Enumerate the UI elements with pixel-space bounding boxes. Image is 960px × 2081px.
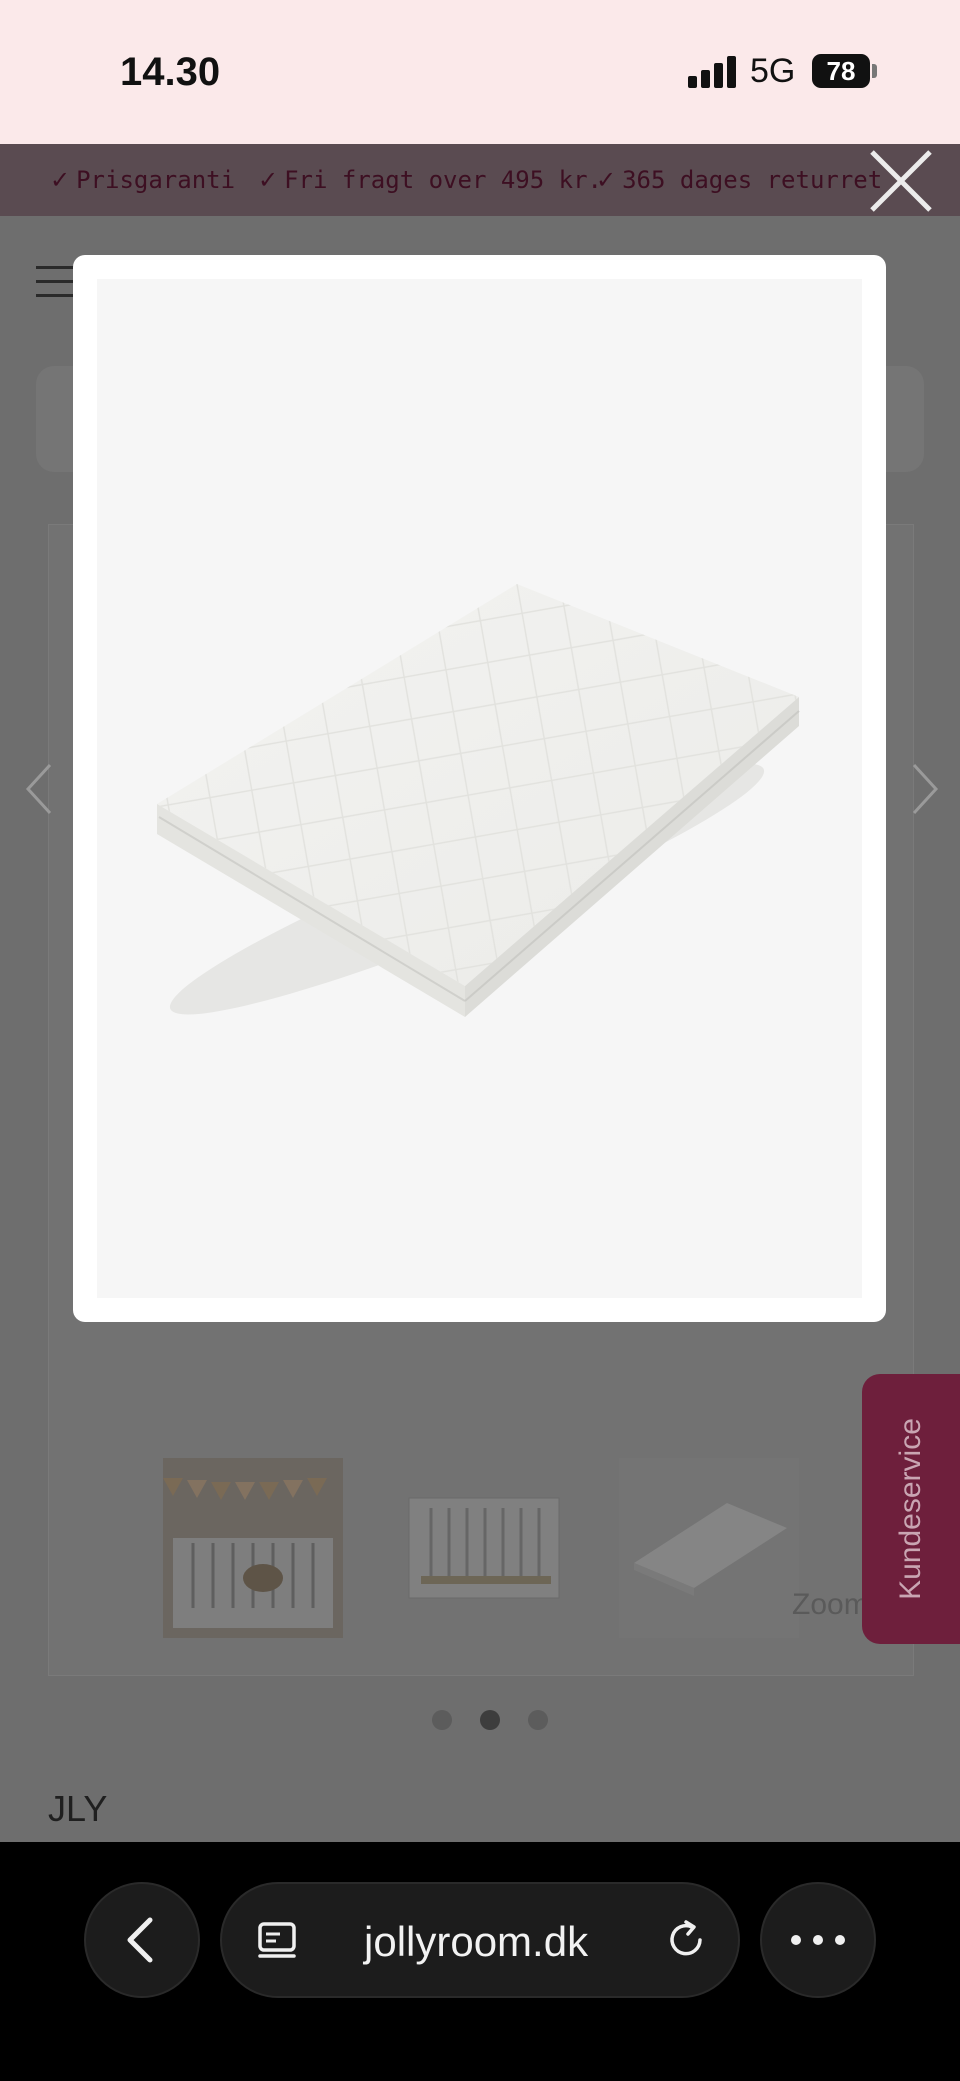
zoom-hint: Zoom <box>792 1588 869 1621</box>
check-icon: ✓ <box>50 166 71 194</box>
chevron-right-icon[interactable] <box>904 759 944 819</box>
thumbnail-crib[interactable] <box>391 1458 571 1638</box>
mattress-thumb-image <box>619 1458 799 1638</box>
crib-image <box>391 1458 571 1638</box>
network-type: 5G <box>750 52 796 90</box>
crib-room-image <box>163 1458 343 1638</box>
pagination-dot[interactable] <box>528 1710 548 1730</box>
promo-item-free-shipping: ✓ Fri fragt over 495 kr. <box>258 166 602 194</box>
pagination-dot-active[interactable] <box>480 1710 500 1730</box>
browser-toolbar: jollyroom.dk <box>0 1842 960 2081</box>
mattress-image <box>157 584 800 1017</box>
close-icon[interactable] <box>868 148 934 214</box>
check-icon: ✓ <box>258 166 279 194</box>
back-icon <box>127 1917 153 1963</box>
pagination-dot[interactable] <box>432 1710 452 1730</box>
promo-label: 365 dages returret <box>622 166 883 194</box>
status-bar: 14.30 5G 78 <box>0 0 960 144</box>
address-bar[interactable]: jollyroom.dk <box>220 1882 740 1998</box>
tabs-icon[interactable] <box>254 1918 300 1964</box>
battery-icon: 78 <box>812 54 870 88</box>
signal-icon <box>688 56 738 88</box>
check-icon: ✓ <box>596 166 617 194</box>
product-brand: JLY <box>48 1788 108 1829</box>
promo-label: Prisgaranti <box>76 166 236 194</box>
promo-item-price-guarantee: ✓ Prisgaranti <box>50 166 235 194</box>
product-image-large <box>97 279 862 1298</box>
more-icon <box>791 1935 845 1945</box>
reload-icon[interactable] <box>664 1918 710 1964</box>
customer-service-tab[interactable]: Kundeservice <box>862 1374 960 1644</box>
more-button[interactable] <box>760 1882 876 1998</box>
back-button[interactable] <box>84 1882 200 1998</box>
customer-service-label: Kundeservice <box>894 1418 927 1600</box>
battery-tip <box>872 64 877 78</box>
promo-label: Fri fragt over 495 kr. <box>284 166 602 194</box>
promo-item-returns: ✓ 365 dages returret <box>596 166 882 194</box>
thumbnail-mattress[interactable] <box>619 1458 799 1638</box>
status-time: 14.30 <box>120 50 221 94</box>
chevron-left-icon[interactable] <box>20 759 60 819</box>
promo-strip: ✓ Prisgaranti ✓ Fri fragt over 495 kr. ✓ 36… <box>0 144 960 216</box>
url-text: jollyroom.dk <box>364 1918 589 1965</box>
menu-icon[interactable] <box>36 266 76 298</box>
image-zoom-modal <box>73 255 886 1322</box>
thumbnail-crib-room[interactable] <box>163 1458 343 1638</box>
